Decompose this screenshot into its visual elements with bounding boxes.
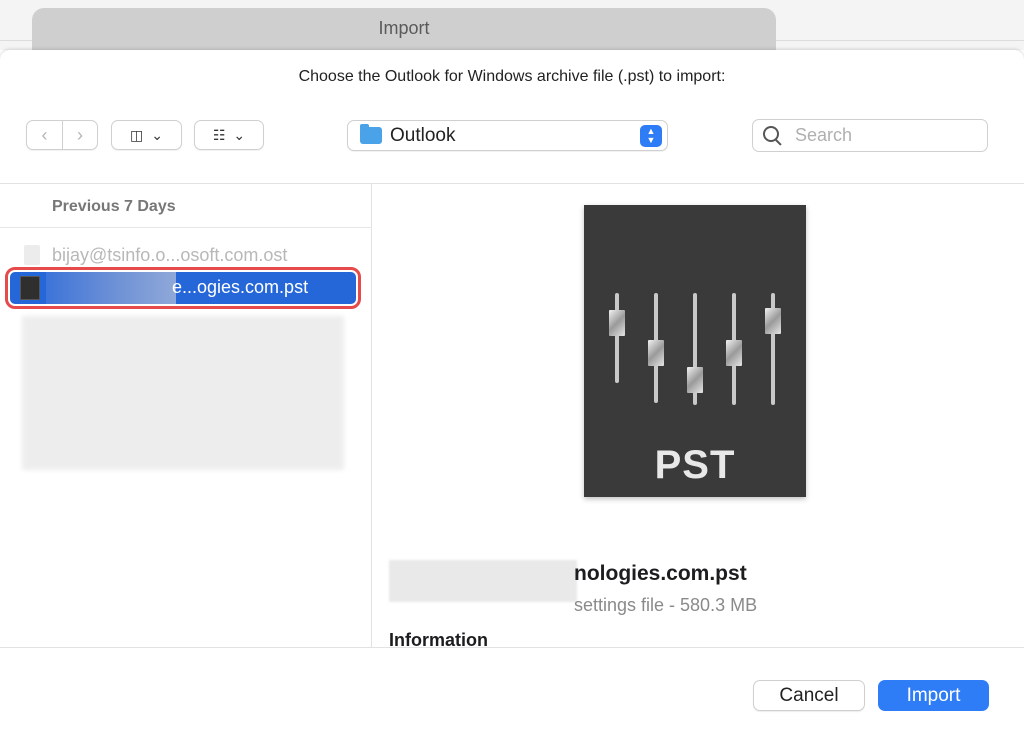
search-input[interactable] [795, 125, 975, 146]
search-icon [763, 125, 783, 146]
preview-icon-label: PST [654, 443, 736, 487]
chevron-down-icon: ⌄ [233, 126, 246, 143]
navigation-buttons: ‹ › [26, 120, 98, 150]
back-button[interactable]: ‹ [27, 120, 62, 150]
group-by-button[interactable]: ☷ ⌄ [194, 120, 264, 150]
file-name: e...ogies.com.pst [172, 277, 309, 297]
chevron-down-icon: ⌄ [151, 126, 163, 143]
chevron-right-icon: › [76, 124, 83, 145]
section-header: Previous 7 Days [52, 198, 176, 215]
list-item-selected[interactable]: e...ogies.com.pst [5, 267, 361, 309]
chevron-left-icon: ‹ [41, 124, 48, 145]
folder-icon [360, 124, 382, 144]
import-button[interactable]: Import [878, 680, 989, 711]
grid-icon: ☷ [212, 126, 226, 143]
pst-file-icon [20, 276, 40, 300]
redacted-text [46, 272, 176, 304]
column-view-icon: ◫ [130, 126, 144, 143]
dialog-footer: Cancel Import [0, 647, 1024, 741]
list-item: bijay@tsinfo.o...osoft.com.ost [10, 239, 356, 271]
preview-file-kind: settings file - 580.3 MB [574, 595, 758, 615]
view-mode-button[interactable]: ◫ ⌄ [111, 120, 182, 150]
forward-button[interactable]: › [61, 120, 97, 150]
preview-filename: nologies.com.pst [574, 562, 747, 585]
location-dropdown[interactable]: Outlook ▲ ▼ [347, 120, 668, 151]
file-name: bijay@tsinfo.o...osoft.com.ost [52, 244, 288, 265]
pst-preview-icon: PST [584, 205, 806, 497]
dialog-title: Import [32, 8, 776, 56]
location-label: Outlook [390, 124, 456, 146]
up-down-chevron-icon: ▲ ▼ [640, 125, 662, 147]
document-icon [24, 245, 40, 265]
redacted-list-area [22, 316, 344, 470]
redacted-text [389, 560, 577, 602]
file-list: Previous 7 Days bijay@tsinfo.o...osoft.c… [0, 184, 372, 647]
dialog-prompt: Choose the Outlook for Windows archive f… [298, 68, 726, 85]
import-dialog: Choose the Outlook for Windows archive f… [0, 50, 1024, 741]
search-field[interactable] [752, 119, 988, 152]
section-divider [0, 227, 372, 228]
cancel-button[interactable]: Cancel [753, 680, 865, 711]
